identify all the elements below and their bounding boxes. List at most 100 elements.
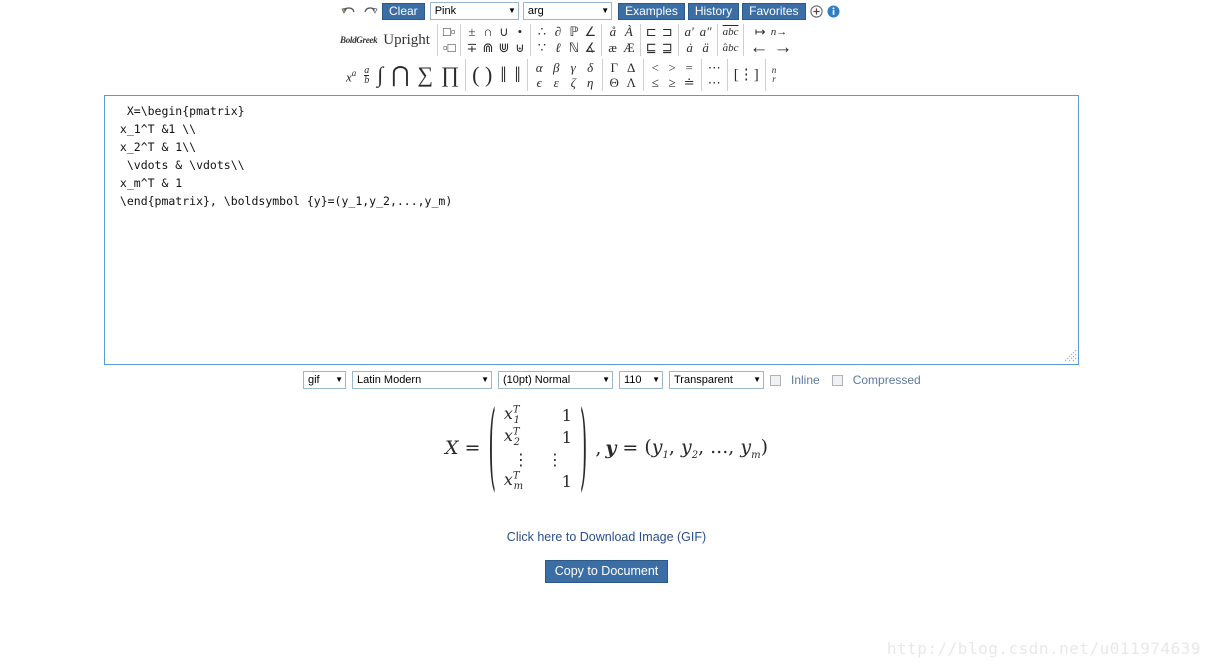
angle-symbol[interactable]: ∠ [584, 25, 596, 39]
double-prime-accent-symbol[interactable]: a″ [700, 25, 712, 39]
square-subset-symbol[interactable]: ⊏ [646, 25, 657, 39]
zoom-select[interactable]: 110 ▼ [619, 371, 663, 389]
less-than-symbol[interactable]: < [650, 60, 661, 75]
uplus-symbol[interactable]: ⊎ [514, 41, 525, 55]
superscript-template-icon[interactable]: xa [346, 61, 356, 89]
cdots-symbol[interactable]: ⋯ [708, 75, 721, 90]
double-bar-symbol[interactable]: ‖ [500, 63, 506, 87]
double-intersection-symbol[interactable]: ⋒ [482, 41, 493, 55]
intersection-symbol[interactable]: ∩ [482, 25, 493, 39]
fraction-template-icon[interactable]: ab [364, 65, 370, 85]
ae-symbol[interactable]: æ [607, 41, 618, 55]
favorites-button[interactable]: Favorites [742, 2, 806, 20]
measured-angle-symbol[interactable]: ∡ [584, 41, 596, 55]
overline-abc-symbol[interactable]: abc [723, 25, 739, 39]
matrix-row: ⋮ ⋮ [504, 448, 572, 470]
color-select[interactable]: Pink ▼ [429, 2, 519, 20]
bigcap-symbol[interactable]: ⋂ [391, 63, 409, 87]
dot-accent-symbol[interactable]: ȧ [684, 41, 695, 55]
blackboard-p-symbol[interactable]: ℙ [568, 25, 579, 39]
clear-button[interactable]: Clear [382, 2, 425, 20]
script-l-symbol[interactable]: ℓ [552, 41, 563, 55]
formula-lhs: X [445, 437, 459, 459]
background-select[interactable]: Transparent ▼ [669, 371, 764, 389]
partial-symbol[interactable]: ∂ [552, 25, 563, 39]
delta-symbol[interactable]: δ [585, 60, 596, 75]
aring-symbol[interactable]: å [607, 25, 618, 39]
equals-symbol[interactable]: = [684, 60, 695, 75]
theta-capital-symbol[interactable]: Θ [609, 75, 620, 90]
because-symbol[interactable]: ∵ [536, 41, 547, 55]
ddot-accent-symbol[interactable]: ä [700, 41, 711, 55]
undo-arrow-icon[interactable] [340, 2, 358, 20]
redo-arrow-icon[interactable] [361, 2, 379, 20]
toolbar-row-symbols-1: BoldGreek Upright □▫ ▫□ ± ∩ ∪ • ∓ ⋒ ⋓ ⊎ [340, 22, 840, 58]
download-image-link[interactable]: Click here to Download Image (GIF) [0, 530, 1213, 544]
less-equal-symbol[interactable]: ≤ [650, 75, 661, 90]
double-union-symbol[interactable]: ⋓ [498, 41, 509, 55]
bracket-matrix-icon[interactable]: [⋮] [734, 63, 759, 87]
agrave-capital-symbol[interactable]: À [623, 25, 634, 39]
zeta-symbol[interactable]: ζ [568, 75, 579, 90]
compressed-label: Compressed [852, 373, 921, 387]
greater-equal-symbol[interactable]: ≥ [667, 75, 678, 90]
doteq-symbol[interactable]: ≐ [684, 75, 695, 90]
product-symbol[interactable]: ∏ [441, 63, 459, 87]
plus-circle-icon[interactable] [809, 4, 823, 19]
textarea-resize-handle[interactable] [1063, 349, 1077, 363]
matrix-cell: 1 [561, 405, 572, 425]
function-select[interactable]: arg ▼ [522, 2, 613, 20]
toolbar-row-top: Clear Pink ▼ arg ▼ Examples History Favo… [340, 0, 840, 22]
placeholder-box-icon[interactable]: □▫ [443, 25, 455, 39]
beta-symbol[interactable]: β [551, 60, 562, 75]
cdots-symbol[interactable]: ⋯ [708, 60, 721, 75]
minusplus-symbol[interactable]: ∓ [466, 41, 477, 55]
square-superset-symbol[interactable]: ⊐ [662, 25, 673, 39]
bullet-symbol[interactable]: • [514, 25, 525, 39]
format-select[interactable]: gif ▼ [303, 371, 346, 389]
ae-capital-symbol[interactable]: Æ [623, 41, 635, 55]
boldgreek-label[interactable]: BoldGreek [340, 35, 383, 45]
lambda-capital-symbol[interactable]: Λ [626, 75, 637, 90]
compressed-checkbox[interactable] [831, 374, 843, 386]
alpha-symbol[interactable]: α [534, 60, 545, 75]
upright-label[interactable]: Upright [383, 32, 437, 49]
copy-to-document-button[interactable]: Copy to Document [544, 560, 669, 583]
matrix-row: xTm 1 [504, 470, 572, 492]
gamma-capital-symbol[interactable]: Γ [609, 60, 620, 75]
therefore-symbol[interactable]: ∴ [536, 25, 547, 39]
square-superseteq-symbol[interactable]: ⊒ [662, 41, 673, 55]
epsilon-symbol[interactable]: ϵ [534, 75, 545, 90]
inline-checkbox[interactable] [770, 374, 781, 386]
square-subseteq-symbol[interactable]: ⊑ [646, 41, 657, 55]
symbol-group-structures: xa ab ∫ ⋂ ∑ ∏ [340, 59, 465, 91]
left-arrow-symbol[interactable]: ← [749, 38, 768, 57]
greater-than-symbol[interactable]: > [667, 60, 678, 75]
formula-equals: = [464, 437, 481, 459]
info-circle-icon[interactable] [827, 4, 840, 19]
widehat-abc-symbol[interactable]: ̂abc [723, 41, 739, 55]
history-button[interactable]: History [687, 2, 740, 20]
delta-capital-symbol[interactable]: Δ [626, 60, 637, 75]
varepsilon-symbol[interactable]: ε [551, 75, 562, 90]
placeholder-box-icon[interactable]: ▫□ [443, 41, 455, 55]
integral-symbol[interactable]: ∫ [377, 63, 383, 87]
blackboard-n-symbol[interactable]: ℕ [568, 41, 579, 55]
latex-source-textarea[interactable]: X=\begin{pmatrix} x_1^T &1 \\ x_2^T & 1\… [104, 95, 1079, 365]
eta-symbol[interactable]: η [585, 75, 596, 90]
fontsize-select[interactable]: (10pt) Normal ▼ [498, 371, 613, 389]
binomial-icon[interactable]: nr [772, 66, 777, 84]
gamma-symbol[interactable]: γ [568, 60, 579, 75]
plusminus-symbol[interactable]: ± [466, 25, 477, 39]
toolbar-row-symbols-2: xa ab ∫ ⋂ ∑ ∏ ( ) ‖ ‖ α β γ δ ϵ ε ζ η Γ … [340, 58, 840, 92]
parentheses-symbol[interactable]: ( ) [472, 63, 492, 87]
double-bar-symbol[interactable]: ‖ [515, 63, 521, 87]
examples-button[interactable]: Examples [618, 2, 685, 20]
prime-accent-symbol[interactable]: a′ [684, 25, 695, 39]
union-symbol[interactable]: ∪ [498, 25, 509, 39]
vector-equals: = [622, 437, 639, 459]
font-select[interactable]: Latin Modern ▼ [352, 371, 492, 389]
chevron-down-icon: ▼ [652, 375, 660, 384]
sum-symbol[interactable]: ∑ [417, 63, 433, 87]
right-arrow-symbol[interactable]: → [773, 38, 792, 57]
